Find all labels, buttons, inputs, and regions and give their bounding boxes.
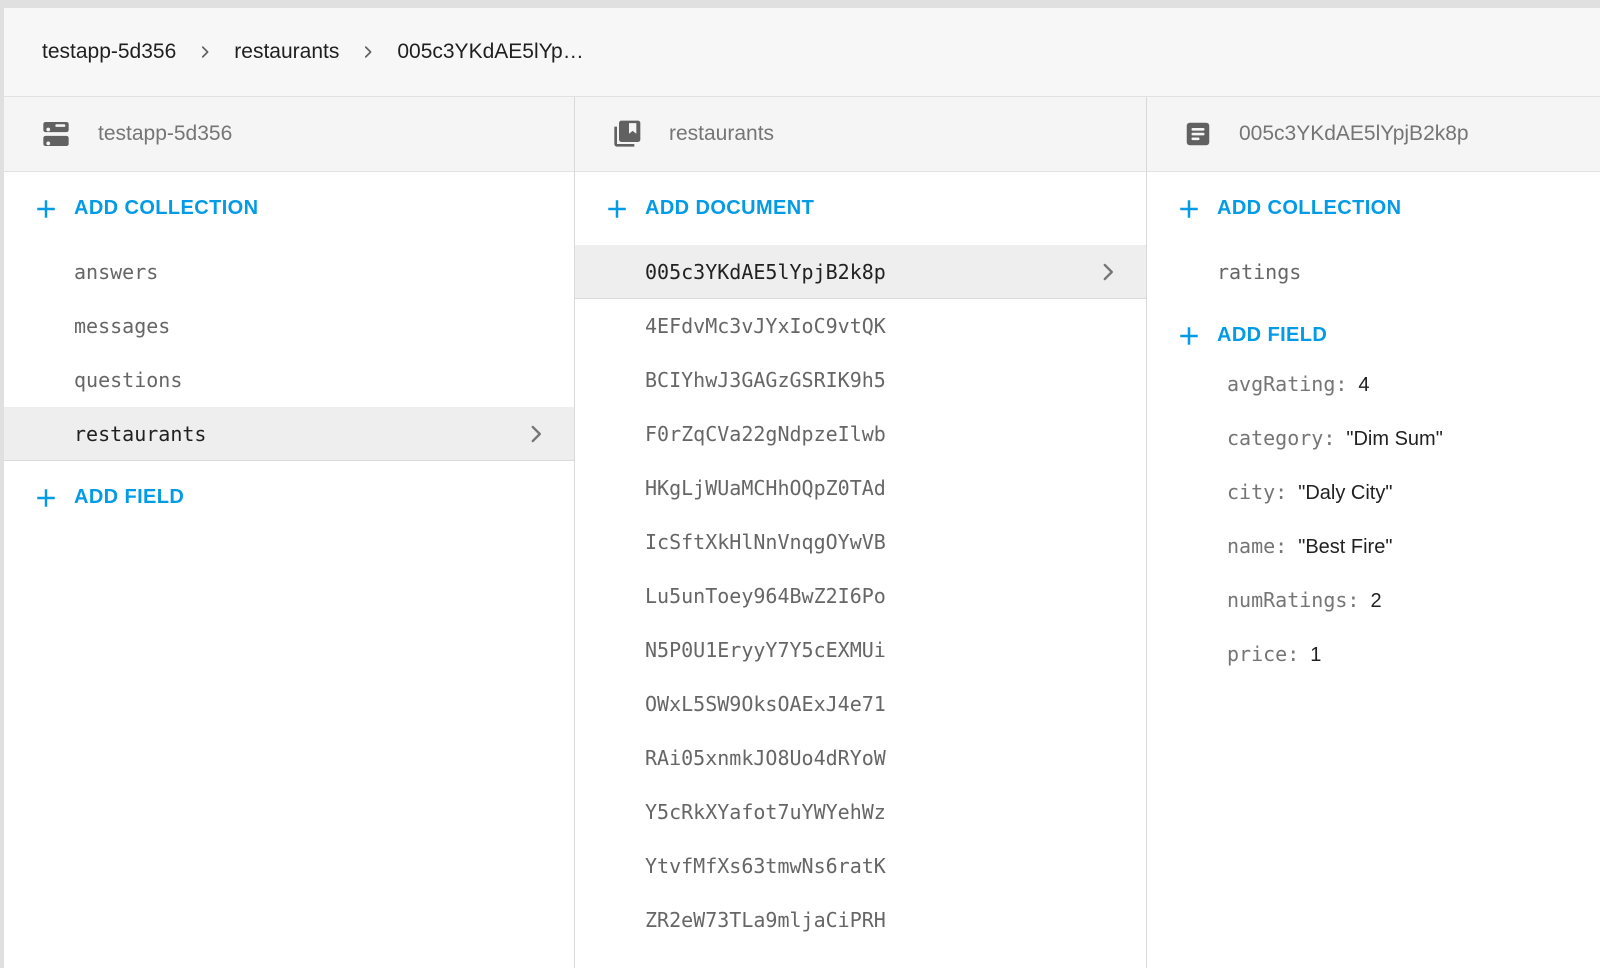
field-value: "Daly City" xyxy=(1298,482,1392,505)
add-field-button[interactable]: ADD FIELD xyxy=(1147,299,1600,372)
collection-row[interactable]: answers xyxy=(4,245,574,299)
field-value: 1 xyxy=(1310,644,1321,667)
field-row[interactable]: avgRating 4 xyxy=(1147,372,1600,426)
field-name: numRatings xyxy=(1227,588,1359,612)
panel-document-header: 005c3YKdAE5lYpjB2k8p xyxy=(1147,97,1600,172)
field-name: avgRating xyxy=(1227,372,1347,396)
fields-list: avgRating 4 category "Dim Sum" city "Dal… xyxy=(1147,372,1600,696)
panel-database-header: testapp-5d356 xyxy=(4,97,574,172)
documents-list: 005c3YKdAE5lYpjB2k8p 4EFdvMc3vJYxIoC9vtQ… xyxy=(575,245,1146,947)
panel-collection: restaurants ADD DOCUMENT 005c3YKdAE5lYpj… xyxy=(575,97,1147,968)
document-row[interactable]: F0rZqCVa22gNdpzeIlwb xyxy=(575,407,1146,461)
panels-container: testapp-5d356 ADD COLLECTION answers xyxy=(4,97,1600,968)
breadcrumb-item-database[interactable]: testapp-5d356 xyxy=(42,40,176,64)
add-field-button[interactable]: ADD FIELD xyxy=(4,461,574,534)
panel-collection-header: restaurants xyxy=(575,97,1146,172)
document-row[interactable]: BCIYhwJ3GAGzGSRIK9h5 xyxy=(575,353,1146,407)
panel-document-body: ADD COLLECTION ratings ADD FIELD xyxy=(1147,172,1600,968)
collection-row[interactable]: restaurants xyxy=(4,407,574,461)
subcollection-row[interactable]: ratings xyxy=(1147,245,1600,299)
document-row[interactable]: OWxL5SW9OksOAExJ4e71 xyxy=(575,677,1146,731)
collection-icon xyxy=(611,118,643,150)
field-row[interactable]: name "Best Fire" xyxy=(1147,534,1600,588)
document-icon xyxy=(1183,119,1213,149)
field-row[interactable]: city "Daly City" xyxy=(1147,480,1600,534)
breadcrumb: testapp-5d356 restaurants 005c3YKdAE5lYp… xyxy=(4,8,1600,97)
plus-icon xyxy=(1174,194,1204,224)
panel-document: 005c3YKdAE5lYpjB2k8p ADD COLLECTION rati… xyxy=(1147,97,1600,968)
field-value: 4 xyxy=(1358,374,1369,397)
plus-icon xyxy=(1174,321,1204,351)
panel-collection-title: restaurants xyxy=(669,122,774,146)
field-name: category xyxy=(1227,426,1335,450)
panel-database-title: testapp-5d356 xyxy=(98,122,232,146)
field-row[interactable]: price 1 xyxy=(1147,642,1600,696)
field-value: 2 xyxy=(1370,590,1381,613)
document-row[interactable]: Y5cRkXYafot7uYWYehWz xyxy=(575,785,1146,839)
subcollections-list: ratings xyxy=(1147,245,1600,299)
field-name: name xyxy=(1227,534,1287,558)
chevron-right-icon xyxy=(1095,259,1121,285)
panel-database: testapp-5d356 ADD COLLECTION answers xyxy=(4,97,575,968)
database-icon xyxy=(40,118,72,150)
breadcrumb-item-document: 005c3YKdAE5lYp… xyxy=(397,40,583,64)
panel-database-body: ADD COLLECTION answers messages xyxy=(4,172,574,968)
document-row[interactable]: 4EFdvMc3vJYxIoC9vtQK xyxy=(575,299,1146,353)
chevron-right-icon xyxy=(359,43,377,61)
add-document-button[interactable]: ADD DOCUMENT xyxy=(575,172,1146,245)
field-row[interactable]: category "Dim Sum" xyxy=(1147,426,1600,480)
document-row[interactable]: N5P0U1EryyY7Y5cEXMUi xyxy=(575,623,1146,677)
document-row[interactable]: HKgLjWUaMCHhOQpZ0TAd xyxy=(575,461,1146,515)
collection-row[interactable]: messages xyxy=(4,299,574,353)
document-row[interactable]: YtvfMfXs63tmwNs6ratK xyxy=(575,839,1146,893)
plus-icon xyxy=(31,194,61,224)
field-name: price xyxy=(1227,642,1299,666)
field-row[interactable]: numRatings 2 xyxy=(1147,588,1600,642)
panel-collection-body: ADD DOCUMENT 005c3YKdAE5lYpjB2k8p 4EFdvM… xyxy=(575,172,1146,968)
add-collection-button[interactable]: ADD COLLECTION xyxy=(4,172,574,245)
document-row[interactable]: RAi05xnmkJO8Uo4dRYoW xyxy=(575,731,1146,785)
plus-icon xyxy=(602,194,632,224)
document-row[interactable]: IcSftXkHlNnVnqgOYwVB xyxy=(575,515,1146,569)
chevron-right-icon xyxy=(523,421,549,447)
document-row[interactable]: Lu5unToey964BwZ2I6Po xyxy=(575,569,1146,623)
field-value: "Best Fire" xyxy=(1298,536,1392,559)
collection-row[interactable]: questions xyxy=(4,353,574,407)
collections-list: answers messages questions xyxy=(4,245,574,461)
field-value: "Dim Sum" xyxy=(1346,428,1442,451)
chevron-right-icon xyxy=(196,43,214,61)
add-collection-button[interactable]: ADD COLLECTION xyxy=(1147,172,1600,245)
panel-document-title: 005c3YKdAE5lYpjB2k8p xyxy=(1239,122,1469,146)
breadcrumb-item-collection[interactable]: restaurants xyxy=(234,40,339,64)
plus-icon xyxy=(31,483,61,513)
document-row[interactable]: ZR2eW73TLa9mljaCiPRH xyxy=(575,893,1146,947)
field-name: city xyxy=(1227,480,1287,504)
firestore-data-viewer: testapp-5d356 restaurants 005c3YKdAE5lYp… xyxy=(4,8,1600,968)
document-row[interactable]: 005c3YKdAE5lYpjB2k8p xyxy=(575,245,1146,299)
